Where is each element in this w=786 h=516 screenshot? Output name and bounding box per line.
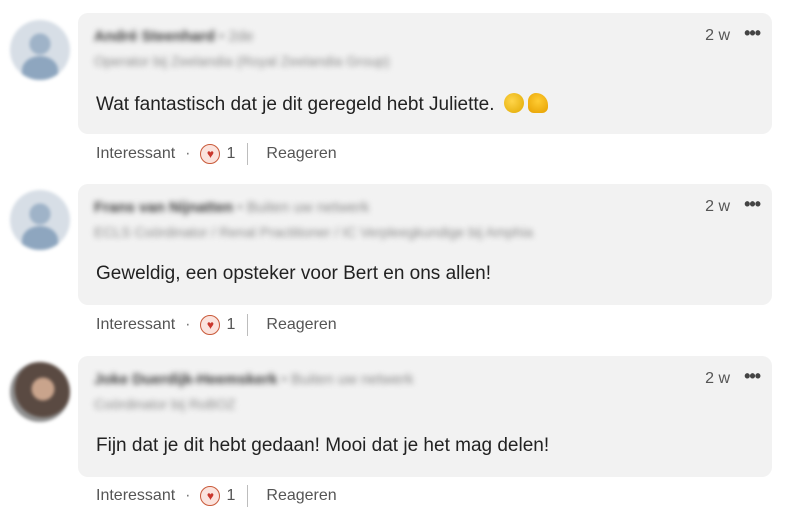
comment-text: Fijn dat je dit hebt gedaan! Mooi dat je… [96,435,550,456]
comment-actions: Interessant · ♥ 1 Reageren [96,142,337,166]
reaction-count[interactable]: 1 [226,487,235,505]
heart-reaction-icon[interactable]: ♥ [200,486,221,506]
divider [247,485,249,507]
reply-button[interactable]: Reageren [266,316,336,334]
separator-dot: · [185,145,191,162]
author-headline: ECLS Coördinator / Renal Practitioner / … [94,224,533,240]
reaction-count[interactable]: 1 [226,316,235,334]
author-name[interactable]: Frans van Nijnatten [94,199,233,216]
comment-bubble: André Steenhard • 2de Operator bij Zeela… [78,13,772,134]
connection-degree: • Buiten uw netwerk [237,199,370,216]
author-line[interactable]: Joke Duerdijk-Heemskerk • Buiten uw netw… [94,371,414,388]
author-name[interactable]: Joke Duerdijk-Heemskerk [94,371,277,388]
author-headline: Coördinator bij RoBOZ [94,396,236,412]
comment-text: Wat fantastisch dat je dit geregeld hebt… [96,94,495,115]
comment-actions: Interessant · ♥ 1 Reageren [96,484,337,508]
separator-dot: · [185,316,191,333]
heart-reaction-icon[interactable]: ♥ [200,144,221,164]
like-button[interactable]: Interessant [96,145,175,163]
author-line[interactable]: Frans van Nijnatten • Buiten uw netwerk [94,199,369,216]
comment-bubble: Frans van Nijnatten • Buiten uw netwerk … [78,184,772,305]
reaction-count[interactable]: 1 [226,145,235,163]
author-avatar[interactable] [10,190,70,250]
reply-button[interactable]: Reageren [266,145,336,163]
author-line[interactable]: André Steenhard • 2de [94,28,253,45]
separator-dot: · [185,487,191,504]
thumbs-up-icon [527,93,548,113]
author-name[interactable]: André Steenhard [94,28,215,45]
comment-bubble: Joke Duerdijk-Heemskerk • Buiten uw netw… [78,356,772,477]
more-options-icon[interactable]: ••• [744,366,761,387]
oncoming-fist-icon [503,93,524,113]
connection-degree: • 2de [219,28,254,45]
comment-text-line: Wat fantastisch dat je dit geregeld hebt… [96,93,548,116]
more-options-icon[interactable]: ••• [744,194,761,215]
like-button[interactable]: Interessant [96,316,175,334]
comment-timestamp: 2 w [705,198,730,215]
divider [247,314,249,336]
comment-timestamp: 2 w [705,370,730,387]
connection-degree: • Buiten uw netwerk [281,371,414,388]
heart-reaction-icon[interactable]: ♥ [200,315,221,335]
author-avatar[interactable] [10,362,70,422]
author-headline: Operator bij Zeelandia (Royal Zeelandia … [94,53,390,69]
author-avatar[interactable] [10,20,70,80]
comment-actions: Interessant · ♥ 1 Reageren [96,313,337,337]
comment-text: Geweldig, een opsteker voor Bert en ons … [96,263,492,284]
comment-timestamp: 2 w [705,27,730,44]
divider [247,143,249,165]
more-options-icon[interactable]: ••• [744,23,761,44]
reply-button[interactable]: Reageren [266,487,336,505]
like-button[interactable]: Interessant [96,487,175,505]
